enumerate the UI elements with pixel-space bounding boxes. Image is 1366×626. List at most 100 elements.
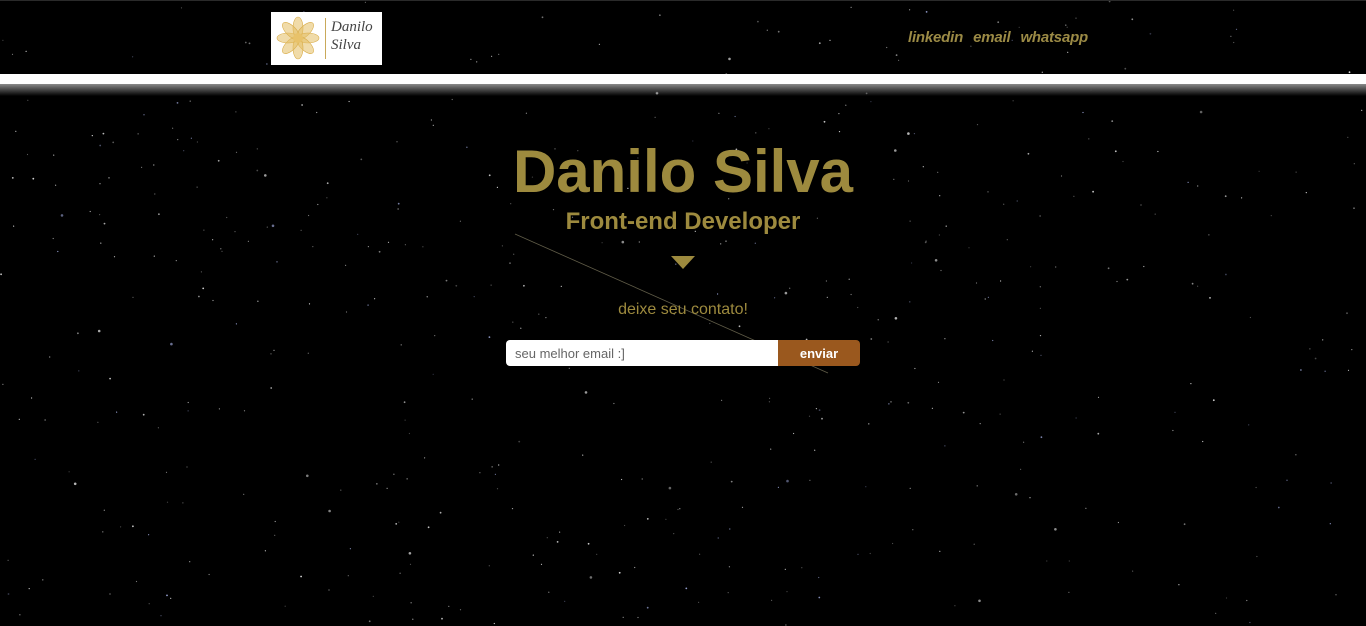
- star: [166, 594, 168, 597]
- star: [1082, 111, 1084, 114]
- star: [160, 615, 162, 617]
- star: [525, 112, 528, 114]
- star: [808, 415, 811, 417]
- star: [7, 559, 9, 561]
- star: [582, 454, 584, 456]
- star: [1178, 584, 1180, 586]
- star: [284, 605, 286, 607]
- star: [1039, 286, 1041, 288]
- star: [57, 250, 59, 253]
- star: [398, 521, 400, 523]
- nav-link-email[interactable]: email: [973, 29, 1011, 46]
- nav-link-whatsapp[interactable]: whatsapp: [1020, 29, 1088, 46]
- star: [1003, 379, 1005, 381]
- star: [349, 548, 351, 550]
- star: [717, 293, 719, 295]
- star: [1329, 523, 1331, 525]
- star: [148, 603, 150, 605]
- star: [924, 241, 927, 244]
- star: [1039, 335, 1042, 337]
- star: [546, 537, 548, 539]
- star: [601, 242, 603, 244]
- star: [273, 349, 275, 351]
- star: [589, 576, 593, 579]
- star: [584, 391, 588, 394]
- star: [406, 478, 408, 480]
- star: [496, 488, 499, 490]
- star: [698, 601, 700, 604]
- star: [1225, 273, 1227, 276]
- star: [186, 466, 188, 468]
- star: [1351, 349, 1353, 351]
- star: [165, 471, 168, 473]
- nav-link-linkedin[interactable]: linkedin: [908, 29, 963, 46]
- star: [0, 273, 2, 276]
- star: [276, 261, 278, 263]
- star: [1248, 424, 1250, 426]
- star: [2, 383, 4, 385]
- star: [1097, 396, 1100, 398]
- star: [479, 472, 481, 474]
- star: [73, 482, 77, 486]
- star: [153, 255, 155, 257]
- star: [718, 112, 720, 114]
- star: [1030, 266, 1032, 268]
- star: [135, 580, 138, 583]
- star: [621, 240, 625, 244]
- email-field[interactable]: [506, 340, 778, 366]
- star: [907, 132, 910, 135]
- chevron-down-icon[interactable]: [671, 256, 695, 269]
- star: [911, 262, 913, 264]
- star: [409, 563, 412, 566]
- star: [247, 240, 249, 242]
- star: [1068, 560, 1070, 562]
- star: [912, 529, 914, 531]
- star: [1347, 369, 1350, 371]
- star: [1097, 432, 1100, 435]
- star: [954, 605, 956, 607]
- star: [793, 432, 795, 435]
- star: [312, 246, 314, 248]
- star: [473, 296, 475, 298]
- star: [1040, 354, 1042, 356]
- page-title: Danilo Silva: [512, 138, 854, 205]
- star: [624, 524, 626, 527]
- submit-button[interactable]: enviar: [778, 340, 860, 366]
- star: [821, 417, 823, 420]
- star: [848, 278, 850, 280]
- star: [49, 356, 51, 358]
- star: [1000, 280, 1002, 282]
- star: [97, 329, 101, 333]
- star: [493, 622, 495, 625]
- star: [1199, 110, 1203, 114]
- star: [734, 115, 736, 118]
- star: [1054, 528, 1057, 531]
- star: [654, 116, 656, 118]
- star: [307, 352, 309, 354]
- star: [668, 486, 672, 490]
- star: [1029, 497, 1031, 499]
- star: [200, 271, 202, 273]
- star: [823, 120, 826, 123]
- star: [784, 291, 788, 295]
- star: [1295, 454, 1297, 456]
- star: [1246, 599, 1248, 602]
- star: [300, 575, 302, 578]
- star: [992, 339, 994, 342]
- star: [1215, 612, 1217, 615]
- star: [422, 246, 424, 248]
- star: [441, 617, 443, 620]
- star: [432, 373, 434, 375]
- star: [170, 597, 172, 599]
- star: [274, 534, 276, 536]
- star: [907, 401, 910, 404]
- star: [1322, 339, 1324, 341]
- star: [198, 295, 200, 298]
- logo[interactable]: Danilo Silva: [271, 12, 382, 65]
- star: [768, 401, 771, 403]
- star: [109, 593, 111, 595]
- star: [818, 409, 821, 411]
- star: [641, 478, 643, 480]
- star: [116, 411, 118, 413]
- star: [488, 336, 491, 338]
